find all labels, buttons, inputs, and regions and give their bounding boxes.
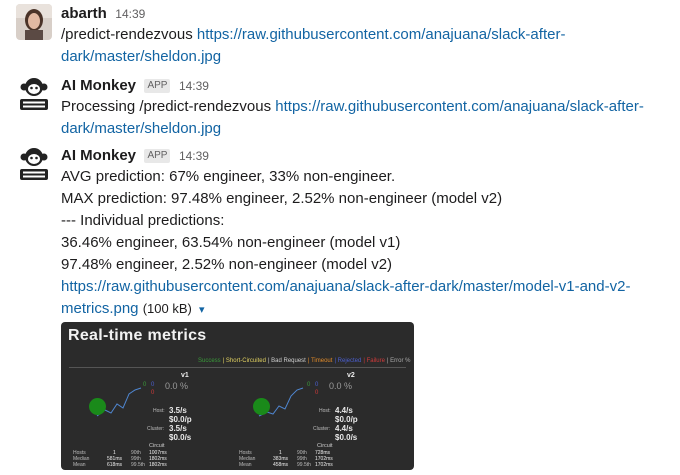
circuit-label: Circuit (149, 443, 165, 449)
latency-stats: Hosts 1 90th 1007ms Median 581ms 99th 18… (73, 450, 193, 468)
prediction-line: AVG prediction: 67% engineer, 33% non-en… (61, 168, 396, 185)
monkey-logo-icon (16, 146, 52, 182)
metrics-title: Real-time metrics (68, 327, 207, 344)
legend-timeout: | Timeout (307, 358, 333, 364)
image-link[interactable]: https://raw.githubusercontent.com/anajua… (197, 26, 566, 43)
host-cost: $0.0/p (335, 415, 358, 424)
attachment-link-line: https://raw.githubusercontent.com/anajua… (61, 276, 671, 298)
count-failure: 0 (315, 390, 319, 396)
message-text: /predict-rendezvous https://raw.githubus… (61, 24, 671, 46)
stat-value: 618ms (107, 462, 123, 468)
prediction-line: 97.48% engineer, 2.52% non-engineer (mod… (61, 256, 393, 273)
metrics-panel-v1: v1 0 0 0 0.0 % Host: 3.5/s $0.0/p Cluste… (65, 372, 245, 468)
app-badge: APP (144, 149, 171, 163)
circuit-label: Circuit (317, 443, 333, 449)
message-text: dark/master/sheldon.jpg (61, 46, 671, 68)
cluster-rate: 3.5/s (169, 424, 187, 433)
chevron-down-icon[interactable]: ▾ (199, 304, 205, 316)
author-name[interactable]: AI Monkey (61, 77, 136, 94)
stat-value: 1702ms (315, 462, 333, 468)
cluster-label: Cluster: (147, 426, 165, 432)
bot-avatar[interactable] (16, 76, 52, 112)
timestamp[interactable]: 14:39 (115, 7, 145, 21)
host-label: Host: (319, 408, 331, 414)
count-rejected: 0 (151, 382, 155, 388)
image-link[interactable]: dark/master/sheldon.jpg (61, 120, 221, 137)
latency-stats: Hosts 1 90th 728ms Median 383ms 99th 170… (239, 450, 359, 468)
host-rate: 3.5/s (169, 406, 187, 415)
host-rate: 4.4/s (335, 406, 353, 415)
legend-rejected: | Rejected (334, 358, 362, 364)
attachment-link[interactable]: https://raw.githubusercontent.com/anajua… (61, 278, 630, 295)
legend-success: Success (198, 358, 221, 364)
author-name[interactable]: AI Monkey (61, 147, 136, 164)
count-success: 0 (143, 382, 147, 388)
sparkline (258, 387, 304, 417)
health-circle (89, 398, 106, 415)
legend-failure: | Failure (363, 358, 385, 364)
attachment-link[interactable]: metrics.png (61, 300, 139, 317)
author-name[interactable]: abarth (61, 5, 107, 22)
stat-label: 99.5th (131, 462, 145, 468)
image-link[interactable]: dark/master/sheldon.jpg (61, 48, 221, 65)
legend-error-pct: | Error % (386, 358, 411, 364)
file-size: (100 kB) (142, 301, 192, 316)
host-cost: $0.0/p (169, 415, 192, 424)
panel-title: v1 (181, 372, 189, 379)
prediction-line: --- Individual predictions: (61, 212, 225, 229)
error-percent: 0.0 % (329, 381, 353, 391)
user-avatar[interactable] (16, 4, 52, 40)
prediction-line: MAX prediction: 97.48% engineer, 2.52% n… (61, 190, 503, 207)
error-percent: 0.0 % (165, 381, 189, 391)
cluster-rate: 4.4/s (335, 424, 353, 433)
count-success: 0 (307, 382, 311, 388)
cluster-label: Cluster: (313, 426, 331, 432)
command-text: /predict-rendezvous (61, 26, 197, 43)
timestamp[interactable]: 14:39 (179, 79, 209, 93)
cluster-cost: $0.0/s (335, 433, 358, 442)
message-text: Processing /predict-rendezvous https://r… (61, 96, 671, 118)
monkey-logo-icon (16, 76, 52, 112)
app-badge: APP (144, 79, 171, 93)
health-circle (253, 398, 270, 415)
legend-divider (69, 367, 406, 368)
count-failure: 0 (151, 390, 155, 396)
stat-label: Mean (73, 462, 86, 468)
timestamp[interactable]: 14:39 (179, 149, 209, 163)
host-label: Host: (153, 408, 165, 414)
cluster-cost: $0.0/s (169, 433, 192, 442)
avatar-photo (16, 4, 52, 40)
attachment-link-line: metrics.png (100 kB) ▾ (61, 298, 671, 321)
metrics-panel-v2: v2 0 0 0 0.0 % Host: 4.4/s $0.0/p Cluste… (237, 372, 412, 468)
panel-title: v2 (347, 372, 355, 379)
stat-value: 458ms (273, 462, 289, 468)
metrics-image-preview[interactable]: Real-time metrics Success | Short-Circuit… (61, 322, 414, 470)
stat-label: 99.5th (297, 462, 311, 468)
metrics-legend: Success | Short-Circuited | Bad Request | T… (197, 358, 411, 364)
legend-short-circuited: | Short-Circuited (222, 358, 266, 364)
legend-bad-request: | Bad Request (267, 358, 306, 364)
stat-value: 1802ms (149, 462, 167, 468)
image-link[interactable]: https://raw.githubusercontent.com/anajua… (275, 98, 644, 115)
bot-avatar[interactable] (16, 146, 52, 182)
prediction-line: 36.46% engineer, 63.54% non-engineer (mo… (61, 234, 401, 251)
count-rejected: 0 (315, 382, 319, 388)
message-text: dark/master/sheldon.jpg (61, 118, 671, 140)
stat-label: Mean (239, 462, 252, 468)
processing-text: Processing /predict-rendezvous (61, 98, 276, 115)
